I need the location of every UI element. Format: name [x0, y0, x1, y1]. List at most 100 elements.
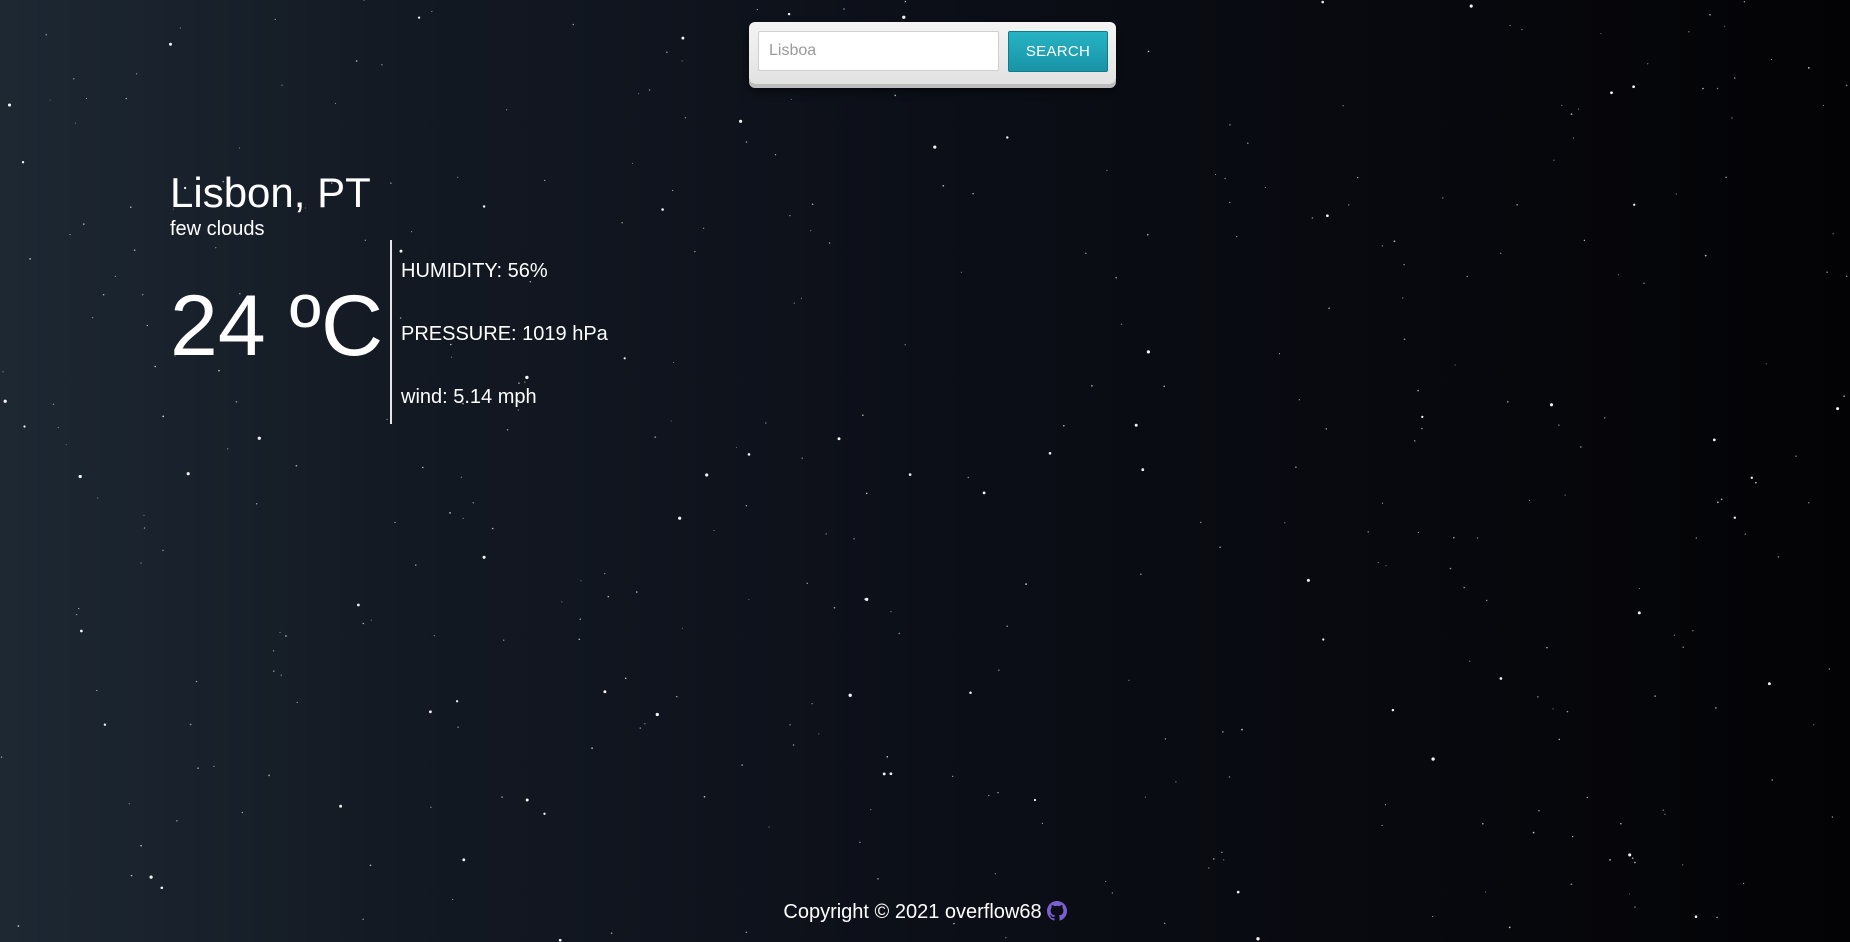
star — [21, 161, 25, 164]
star — [422, 466, 424, 469]
star — [1600, 32, 1602, 35]
star — [472, 501, 475, 504]
star — [1115, 276, 1118, 279]
star — [213, 765, 215, 768]
star — [506, 428, 509, 431]
star — [96, 689, 98, 692]
star — [1558, 424, 1560, 426]
star — [2, 371, 4, 373]
weather-description: few clouds — [170, 218, 265, 240]
star — [1442, 197, 1444, 199]
star — [272, 650, 275, 652]
star — [1538, 809, 1540, 812]
star — [818, 733, 820, 735]
star — [1431, 757, 1435, 761]
star — [994, 873, 997, 875]
star — [162, 549, 164, 552]
star — [257, 436, 261, 440]
star — [1482, 822, 1484, 825]
star — [694, 250, 696, 253]
star — [1770, 59, 1773, 61]
star — [1715, 707, 1717, 709]
star — [143, 514, 145, 517]
star — [1236, 890, 1240, 894]
star — [241, 811, 244, 814]
star — [810, 230, 812, 232]
star — [128, 803, 130, 805]
star — [745, 141, 748, 143]
star — [861, 414, 864, 417]
star — [52, 403, 55, 405]
star — [1664, 813, 1666, 815]
star — [865, 492, 868, 495]
search-input[interactable] — [758, 31, 999, 71]
star — [768, 826, 770, 828]
star — [800, 297, 802, 299]
star — [1298, 399, 1301, 401]
star — [1325, 428, 1327, 430]
star — [1583, 239, 1586, 242]
star — [1516, 203, 1519, 206]
star — [1558, 738, 1561, 741]
star — [1164, 738, 1167, 740]
star — [774, 154, 777, 156]
star — [1381, 824, 1383, 827]
star — [713, 530, 715, 532]
star — [140, 562, 142, 564]
star — [1631, 857, 1634, 860]
star — [1610, 91, 1613, 95]
star — [369, 864, 372, 867]
star — [179, 27, 181, 29]
star — [811, 703, 813, 705]
star — [1221, 851, 1223, 854]
star — [1744, 533, 1747, 535]
github-icon[interactable] — [1046, 901, 1067, 921]
star — [296, 701, 298, 703]
star — [381, 64, 383, 66]
star — [1486, 599, 1488, 602]
star — [1586, 796, 1588, 799]
star — [78, 474, 82, 479]
star — [969, 691, 972, 695]
footer: Copyright © 2021 overflow68 — [0, 900, 1850, 924]
star — [1278, 353, 1281, 355]
star — [362, 622, 365, 625]
star — [1284, 522, 1286, 524]
star — [833, 606, 836, 609]
star — [792, 744, 795, 746]
star — [1111, 892, 1113, 894]
star — [1633, 203, 1636, 206]
star — [997, 792, 999, 794]
star — [429, 710, 432, 714]
star — [363, 0, 365, 1]
star — [102, 293, 105, 296]
star — [141, 293, 144, 296]
star — [654, 436, 657, 439]
star — [1564, 494, 1566, 496]
star — [1724, 25, 1726, 27]
star — [1105, 880, 1107, 883]
star — [882, 772, 886, 776]
star — [339, 804, 343, 808]
star — [859, 841, 861, 844]
star — [1731, 117, 1733, 119]
star — [1403, 264, 1405, 266]
search-button[interactable]: SEARCH — [1008, 31, 1108, 72]
star — [1532, 831, 1535, 834]
star — [1604, 417, 1606, 419]
star — [1006, 625, 1008, 627]
star — [638, 93, 640, 95]
star — [133, 249, 136, 252]
star — [80, 629, 83, 633]
star — [1141, 468, 1145, 472]
star — [1025, 583, 1027, 585]
star — [1417, 531, 1420, 534]
star — [1571, 835, 1574, 838]
star — [1528, 499, 1531, 502]
star — [227, 448, 229, 450]
star — [238, 147, 241, 149]
star — [1311, 217, 1314, 219]
star — [1704, 254, 1707, 257]
star — [82, 223, 85, 225]
star — [75, 613, 78, 616]
